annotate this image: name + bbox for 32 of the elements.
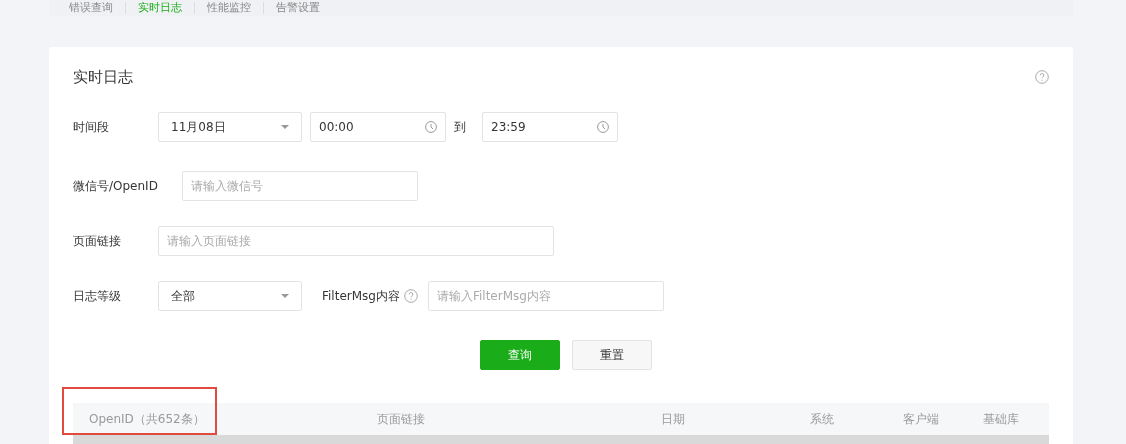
tab[interactable]: 错误查询 — [69, 1, 113, 15]
caret-icon — [281, 294, 289, 298]
help-icon[interactable] — [403, 289, 418, 303]
help-icon[interactable] — [1035, 70, 1049, 84]
search-button[interactable]: 查询 — [480, 340, 560, 370]
clock-icon — [425, 121, 437, 133]
tab[interactable]: 告警设置 — [276, 1, 320, 15]
reset-button[interactable]: 重置 — [572, 340, 652, 370]
caret-icon — [281, 125, 289, 129]
input-field[interactable]: 请输入页面链接 — [158, 226, 554, 256]
field-label: 日志等级 — [73, 287, 122, 305]
tab[interactable]: 实时日志 — [138, 1, 182, 15]
column-header[interactable]: 基础库 — [983, 410, 1049, 428]
card-title: 实时日志 — [73, 67, 133, 87]
field-label: 时间段 — [73, 118, 110, 136]
time-field[interactable]: 23:59 — [482, 112, 618, 142]
column-header[interactable]: OpenID（共652条） — [89, 410, 377, 428]
range-separator: 到 — [454, 118, 466, 136]
time-field[interactable]: 00:00 — [310, 112, 446, 142]
field-label: 微信号/OpenID — [73, 177, 159, 195]
field-label: 页面链接 — [73, 232, 122, 250]
column-header[interactable]: 日期 — [661, 410, 810, 428]
input-field[interactable]: 请输入FilterMsg内容 — [427, 281, 664, 311]
input-field[interactable]: 请输入微信号 — [182, 171, 418, 201]
column-header[interactable]: 页面链接 — [377, 410, 661, 428]
column-header[interactable]: 系统 — [810, 410, 903, 428]
clock-icon — [597, 121, 609, 133]
field-label: FilterMsg内容 — [322, 287, 400, 305]
tab[interactable]: 性能监控 — [207, 1, 251, 15]
date-select[interactable]: 11月08日 — [158, 112, 302, 142]
column-header[interactable]: 客户端 — [903, 410, 983, 428]
level-select[interactable]: 全部 — [158, 281, 302, 311]
